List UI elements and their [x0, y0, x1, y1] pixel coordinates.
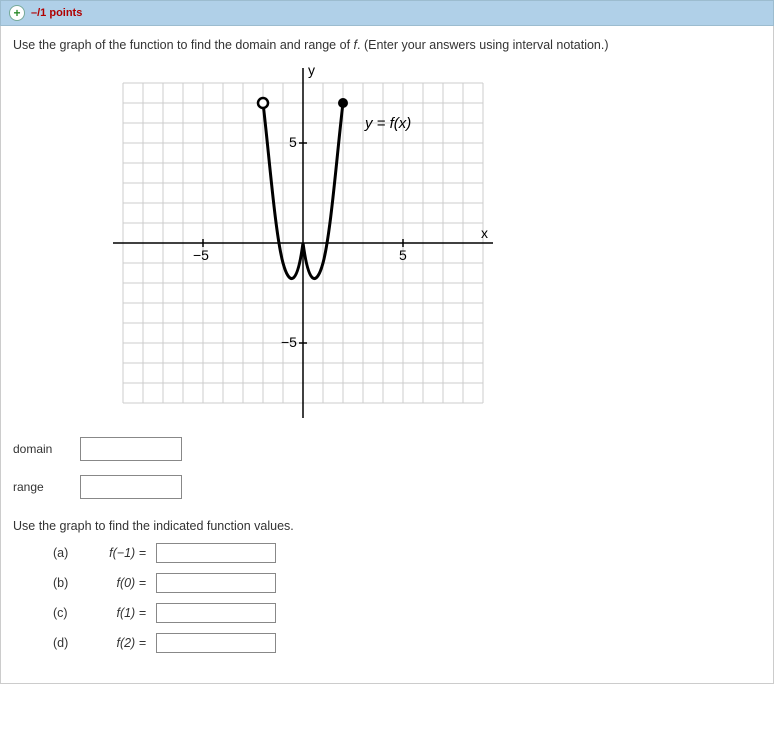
prompt-tail: . (Enter your answers using interval not…	[357, 38, 609, 52]
part-b-expr: f(0) =	[91, 576, 146, 590]
part-a-row: (a) f(−1) =	[53, 543, 761, 563]
tick-neg5-y: −5	[281, 334, 297, 350]
points-header: + –/1 points	[0, 0, 774, 26]
part-c-letter: (c)	[53, 606, 81, 620]
domain-label: domain	[13, 442, 68, 456]
part-d-letter: (d)	[53, 636, 81, 650]
expand-icon[interactable]: +	[9, 5, 25, 21]
part-a-expr: f(−1) =	[91, 546, 146, 560]
part-b-input[interactable]	[156, 573, 276, 593]
part-b-row: (b) f(0) =	[53, 573, 761, 593]
domain-input[interactable]	[80, 437, 182, 461]
range-row: range	[13, 475, 761, 499]
sub-prompt: Use the graph to find the indicated func…	[13, 519, 761, 533]
part-d-row: (d) f(2) =	[53, 633, 761, 653]
prompt-lead: Use the graph of the function to find th…	[13, 38, 354, 52]
closed-endpoint	[338, 98, 348, 108]
part-c-expr: f(1) =	[91, 606, 146, 620]
domain-row: domain	[13, 437, 761, 461]
function-graph: y x −5 5 5 −5 y = f(x)	[113, 63, 493, 423]
tick-pos5-x: 5	[399, 247, 407, 263]
x-axis-label: x	[481, 225, 488, 241]
range-input[interactable]	[80, 475, 182, 499]
part-d-input[interactable]	[156, 633, 276, 653]
graph-container: y x −5 5 5 −5 y = f(x)	[113, 63, 761, 423]
main-prompt: Use the graph of the function to find th…	[13, 36, 761, 55]
part-c-row: (c) f(1) =	[53, 603, 761, 623]
points-text: –/1 points	[31, 7, 82, 19]
tick-neg5-x: −5	[193, 247, 209, 263]
eq-label: y = f(x)	[364, 115, 411, 132]
part-a-input[interactable]	[156, 543, 276, 563]
tick-pos5-y: 5	[289, 134, 297, 150]
part-b-letter: (b)	[53, 576, 81, 590]
open-endpoint	[258, 98, 268, 108]
y-axis-label: y	[308, 63, 315, 78]
question-content: Use the graph of the function to find th…	[0, 26, 774, 684]
range-label: range	[13, 480, 68, 494]
part-d-expr: f(2) =	[91, 636, 146, 650]
part-a-letter: (a)	[53, 546, 81, 560]
part-c-input[interactable]	[156, 603, 276, 623]
